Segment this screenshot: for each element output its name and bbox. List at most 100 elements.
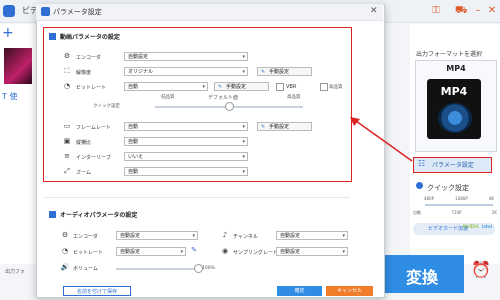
app-logo-icon	[3, 5, 15, 17]
output-folder-label: 出力フォ	[5, 269, 26, 275]
volume-icon: 🔊	[60, 263, 70, 271]
nvidia-logo: NVIDIA	[463, 225, 479, 230]
video-encoder-value: 自動設定	[128, 54, 149, 60]
interleave-value: いいえ	[128, 154, 144, 160]
interleave-select[interactable]: いいえ ▾	[124, 152, 248, 161]
interleave-label: インターリーブ	[76, 155, 111, 161]
format-label: 出力フォーマットを選択	[416, 51, 483, 58]
format-name: MP4	[446, 64, 466, 73]
framerate-icon: ▭	[63, 122, 71, 130]
intel-logo: Intel	[482, 225, 492, 230]
quality-low-label: 低品質	[161, 95, 175, 100]
convert-label: 変換	[405, 268, 438, 287]
channel-select[interactable]: 自動設定 ▾	[276, 231, 348, 240]
samplerate-label: サンプリングレート	[233, 250, 278, 256]
resolution-manual-label: 手動設定	[269, 69, 290, 75]
audio-bitrate-label: ビットレート	[73, 250, 104, 256]
label-720p: 720P	[451, 210, 462, 215]
lossless-checkbox[interactable]	[320, 83, 328, 91]
aspect-select[interactable]: 自動 ▾	[124, 137, 248, 146]
quick-ticks: 480P 1080P 4K	[424, 196, 494, 201]
video-encoder-select[interactable]: 自動設定 ▾	[124, 52, 248, 61]
cancel-button[interactable]: キャンセル	[326, 286, 373, 296]
add-file-icon[interactable]: +	[2, 26, 16, 40]
dialog-title: パラメータ設定	[53, 8, 102, 16]
volume-label: ボリューム	[73, 266, 98, 272]
parameter-settings-label: パラメータ設定	[432, 162, 474, 169]
bitrate-manual-label: 手動設定	[226, 84, 247, 90]
audio-encoder-value: 自動設定	[120, 233, 141, 239]
tick-480p: 480P	[424, 196, 435, 201]
aspect-icon: ▣	[63, 137, 71, 145]
tick-1080p: 1080P	[455, 196, 468, 201]
samplerate-icon: ◉	[221, 247, 229, 255]
interleave-icon: ≡	[64, 152, 70, 160]
resolution-manual-button[interactable]: ✎ 手動設定	[257, 67, 312, 76]
framerate-manual-label: 手動設定	[269, 124, 290, 130]
annotation-arrow	[350, 117, 413, 162]
cart-icon[interactable]: ⛟	[455, 5, 468, 17]
audio-section-icon	[49, 211, 56, 218]
encoder-icon: ⚙	[63, 52, 71, 60]
audio-encoder-icon: ⚙	[61, 231, 69, 239]
resolution-label: 解像度	[76, 70, 92, 76]
audio-encoder-select[interactable]: 自動設定 ▾	[116, 231, 198, 240]
aspect-label: 縦横比	[76, 140, 92, 146]
framerate-manual-button[interactable]: ✎ 手動設定	[257, 122, 312, 131]
film-reel-icon	[438, 103, 472, 133]
quality-high-label: 高品質	[287, 95, 301, 100]
quality-default-label: デフォルト値	[208, 95, 239, 101]
zoom-label: ズーム	[76, 170, 91, 176]
audio-encoder-label: エンコーダ	[73, 234, 99, 240]
samplerate-select[interactable]: 自動設定 ▾	[276, 247, 348, 256]
framerate-value: 自動	[128, 124, 139, 130]
section-divider	[43, 197, 350, 198]
video-quality-knob[interactable]	[225, 102, 234, 111]
tick-4k: 4K	[488, 196, 494, 201]
video-quick-label: クイック設定	[93, 104, 120, 109]
bitrate-value: 自動	[128, 84, 139, 90]
bitrate-select[interactable]: 自動 ▾	[124, 82, 208, 91]
video-encoder-label: エンコーダ	[76, 55, 102, 61]
quick-settings-label: クイック設定	[427, 184, 469, 192]
close-icon[interactable]: ✕	[486, 5, 498, 17]
label-auto: 自動	[413, 210, 421, 215]
quick-labels: 自動 720P 2K	[413, 210, 497, 216]
bitrate-icon: ◔	[63, 82, 71, 90]
framerate-label: フレームレート	[76, 125, 111, 131]
settings-sliders-icon: ☷	[418, 159, 426, 168]
volume-slider[interactable]	[116, 268, 198, 270]
pinned-tag: T 使	[2, 92, 18, 101]
resolution-value: オリジナル	[128, 69, 154, 75]
channel-label: チャンネル	[233, 234, 258, 240]
ok-button[interactable]: 確定	[277, 286, 322, 296]
audio-section-title: オーディオパラメータの設定	[60, 212, 138, 219]
audio-bitrate-select[interactable]: 自動設定 ▾	[116, 247, 186, 256]
zoom-select[interactable]: 自動 ▾	[124, 167, 248, 176]
dialog-close-icon[interactable]: ✕	[370, 6, 378, 16]
vbr-label: VBR	[286, 84, 297, 90]
channel-value: 自動設定	[280, 233, 301, 239]
video-section-title: 動画パラメータの設定	[60, 34, 120, 41]
quick-settings-icon	[416, 182, 423, 189]
minimize-icon[interactable]: –	[472, 5, 484, 17]
samplerate-value: 自動設定	[280, 249, 301, 255]
channel-icon: ♪	[222, 231, 228, 239]
gpu-accel-label: ビデオカード加速	[428, 226, 469, 232]
quick-settings-slider[interactable]	[425, 204, 493, 206]
audio-bitrate-edit-icon[interactable]: ✎	[189, 246, 199, 254]
audio-bitrate-value: 自動設定	[120, 249, 141, 255]
resolution-select[interactable]: オリジナル ▾	[124, 67, 248, 76]
audio-bitrate-icon: ◔	[61, 247, 69, 255]
vbr-checkbox[interactable]	[276, 83, 284, 91]
save-as-button[interactable]: 名前を付けて保存	[63, 286, 131, 296]
video-thumbnail[interactable]	[4, 48, 32, 84]
dialog-logo-icon	[41, 7, 50, 16]
volume-value: 100%	[202, 266, 215, 271]
alarm-clock-icon[interactable]: ⏰	[470, 260, 492, 284]
key-icon[interactable]: ⚿	[430, 5, 442, 17]
bitrate-manual-button[interactable]: ✎ 手動設定	[214, 82, 269, 91]
label-2k: 2K	[491, 210, 497, 215]
aspect-value: 自動	[128, 139, 139, 145]
framerate-select[interactable]: 自動 ▾	[124, 122, 248, 131]
